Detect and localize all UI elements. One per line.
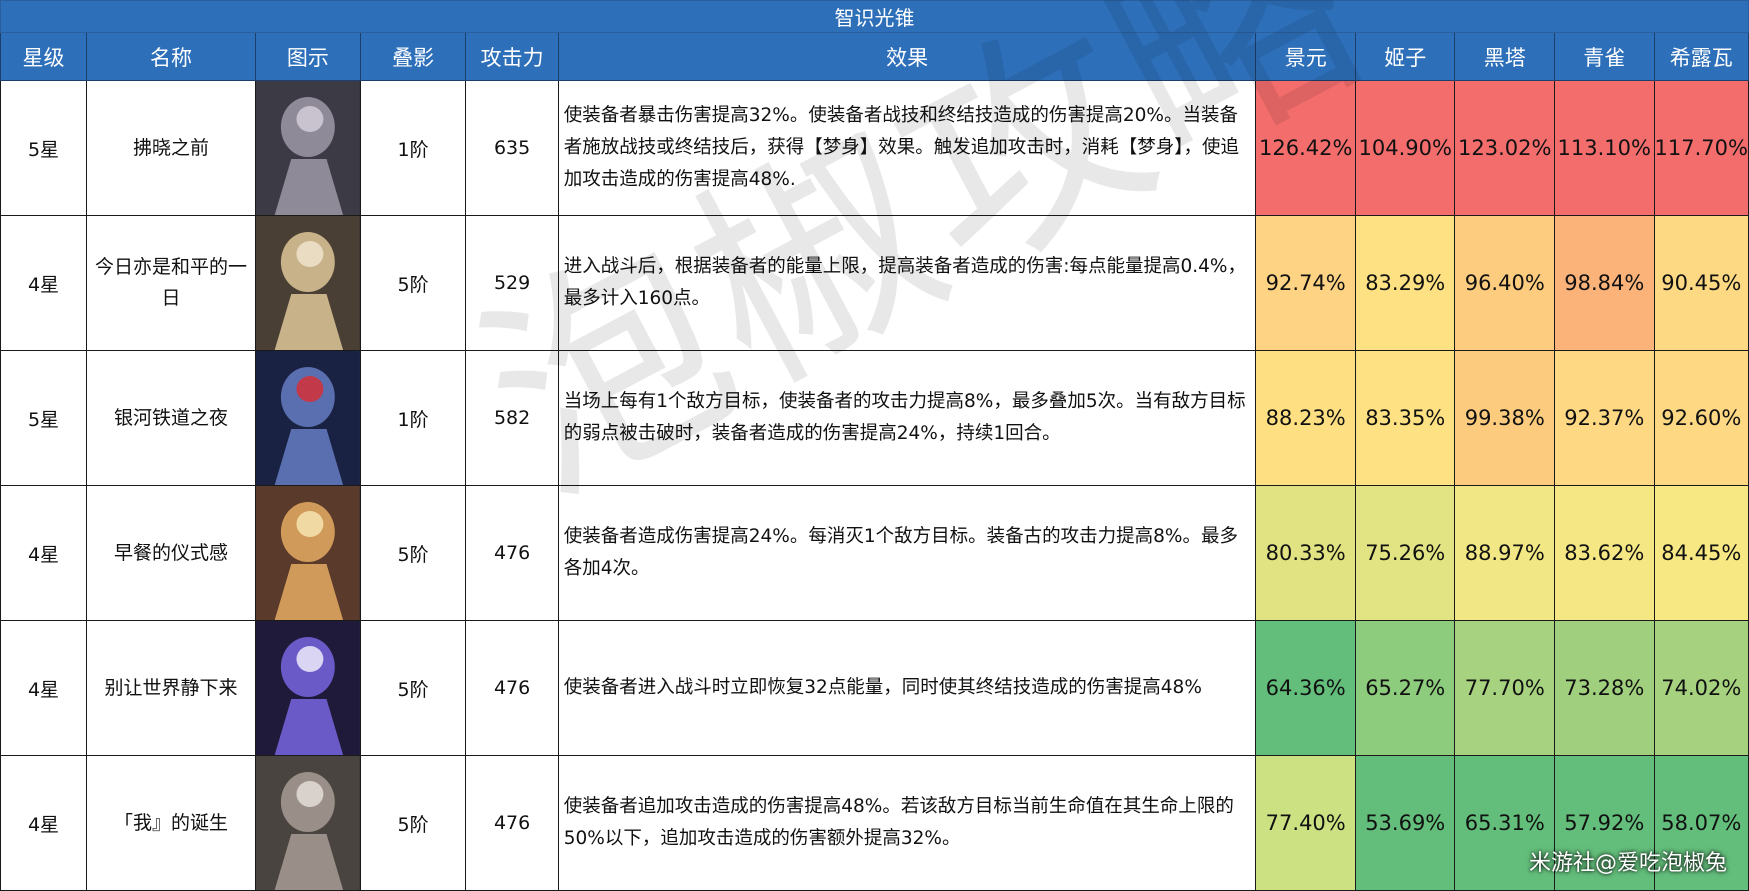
score-cell: 88.23% (1255, 350, 1356, 486)
score-cell: 80.33% (1255, 485, 1356, 621)
effect-cell: 进入战斗后，根据装备者的能量上限，提高装备者造成的伤害:每点能量提高0.4%，最… (557, 215, 1257, 351)
table-body: 5星 拂晓之前 1阶 635 使装备者暴击伤害提高32%。使装备者战技和终结技造成的伤害… (0, 80, 1749, 891)
score-cell: 75.26% (1354, 485, 1456, 621)
score-cell: 99.38% (1454, 350, 1555, 486)
score-cell: 74.02% (1653, 620, 1749, 756)
table-row: 4星 「我』的诞生 5阶 476 使装备者追加攻击造成的伤害提高48%。若该敌方目标当前… (0, 755, 1749, 891)
header-row: 星级 名称 图示 叠影 攻击力 效果 景元 姬子 黑塔 青雀 希露瓦 (0, 32, 1749, 81)
weapon-comparison-sheet: 智识光锥 星级 名称 图示 叠影 攻击力 效果 景元 姬子 黑塔 青雀 希露瓦 … (0, 0, 1749, 891)
atk-cell: 582 (465, 350, 559, 486)
score-cell: 57.92% (1554, 755, 1655, 891)
header-qingque: 青雀 (1554, 32, 1655, 81)
score-cell: 64.36% (1255, 620, 1356, 756)
score-cell: 73.28% (1554, 620, 1655, 756)
superimpose-cell: 5阶 (359, 755, 467, 891)
character-art-image (256, 351, 360, 485)
name-cell: 别让世界静下来 (86, 620, 257, 756)
character-art-image (256, 621, 360, 755)
name-cell: 早餐的仪式感 (86, 485, 257, 621)
header-superimpose: 叠影 (359, 32, 467, 81)
score-cell: 92.74% (1255, 215, 1356, 351)
character-art-image (256, 486, 360, 620)
name-cell: 拂晓之前 (86, 80, 257, 216)
superimpose-cell: 1阶 (359, 80, 467, 216)
score-cell: 83.29% (1354, 215, 1456, 351)
score-cell: 77.40% (1255, 755, 1356, 891)
score-cell: 83.62% (1554, 485, 1655, 621)
effect-cell: 使装备者进入战斗时立即恢复32点能量，同时使其终结技造成的伤害提高48% (557, 620, 1257, 756)
effect-cell: 使装备者暴击伤害提高32%。使装备者战技和终结技造成的伤害提高20%。当装备者施… (557, 80, 1257, 216)
score-cell: 123.02% (1454, 80, 1555, 216)
score-cell: 113.10% (1554, 80, 1655, 216)
atk-cell: 529 (465, 215, 559, 351)
title-row: 智识光锥 (0, 0, 1749, 33)
score-cell: 92.60% (1653, 350, 1749, 486)
score-cell: 58.07% (1653, 755, 1749, 891)
atk-cell: 476 (465, 620, 559, 756)
header-effect: 效果 (557, 32, 1257, 81)
table-row: 4星 早餐的仪式感 5阶 476 使装备者造成伤害提高24%。每消灭1个敌方目标。装备古… (0, 485, 1749, 621)
header-star: 星级 (0, 32, 88, 81)
table-row: 5星 银河铁道之夜 1阶 582 当场上每有1个敌方目标，使装备者的攻击力提高8%，最多… (0, 350, 1749, 486)
name-cell: 银河铁道之夜 (86, 350, 257, 486)
score-cell: 104.90% (1354, 80, 1456, 216)
effect-cell: 使装备者造成伤害提高24%。每消灭1个敌方目标。装备古的攻击力提高8%。最多各加… (557, 485, 1257, 621)
effect-cell: 使装备者追加攻击造成的伤害提高48%。若该敌方目标当前生命值在其生命上限的50%… (557, 755, 1257, 891)
score-cell: 65.31% (1454, 755, 1555, 891)
image-cell (255, 350, 361, 486)
score-cell: 126.42% (1255, 80, 1356, 216)
score-cell: 83.35% (1354, 350, 1456, 486)
score-cell: 92.37% (1554, 350, 1655, 486)
header-jingyuan: 景元 (1255, 32, 1356, 81)
name-cell: 「我』的诞生 (86, 755, 257, 891)
character-art-image (256, 216, 360, 350)
atk-cell: 476 (465, 485, 559, 621)
star-cell: 5星 (0, 80, 88, 216)
header-herta: 黑塔 (1454, 32, 1555, 81)
table-row: 4星 今日亦是和平的一日 5阶 529 进入战斗后，根据装备者的能量上限，提高装备者造成… (0, 215, 1749, 351)
score-cell: 53.69% (1354, 755, 1456, 891)
table-row: 4星 别让世界静下来 5阶 476 使装备者进入战斗时立即恢复32点能量，同时使其终结技… (0, 620, 1749, 756)
header-himeko: 姬子 (1354, 32, 1456, 81)
score-cell: 98.84% (1554, 215, 1655, 351)
header-name: 名称 (86, 32, 257, 81)
star-cell: 4星 (0, 620, 88, 756)
score-cell: 117.70% (1653, 80, 1749, 216)
score-cell: 77.70% (1454, 620, 1555, 756)
score-cell: 90.45% (1653, 215, 1749, 351)
atk-cell: 635 (465, 80, 559, 216)
atk-cell: 476 (465, 755, 559, 891)
superimpose-cell: 1阶 (359, 350, 467, 486)
score-cell: 65.27% (1354, 620, 1456, 756)
table-row: 5星 拂晓之前 1阶 635 使装备者暴击伤害提高32%。使装备者战技和终结技造成的伤害… (0, 80, 1749, 216)
image-cell (255, 80, 361, 216)
star-cell: 5星 (0, 350, 88, 486)
header-serval: 希露瓦 (1653, 32, 1749, 81)
score-cell: 84.45% (1653, 485, 1749, 621)
star-cell: 4星 (0, 215, 88, 351)
name-cell: 今日亦是和平的一日 (86, 215, 257, 351)
image-cell (255, 215, 361, 351)
image-cell (255, 620, 361, 756)
superimpose-cell: 5阶 (359, 620, 467, 756)
star-cell: 4星 (0, 485, 88, 621)
superimpose-cell: 5阶 (359, 485, 467, 621)
image-cell (255, 485, 361, 621)
character-art-image (256, 81, 360, 215)
effect-cell: 当场上每有1个敌方目标，使装备者的攻击力提高8%，最多叠加5次。当有敌方目标的弱… (557, 350, 1257, 486)
image-cell (255, 755, 361, 891)
header-atk: 攻击力 (465, 32, 559, 81)
header-image: 图示 (255, 32, 361, 81)
superimpose-cell: 5阶 (359, 215, 467, 351)
score-cell: 88.97% (1454, 485, 1555, 621)
lightcone-table: 智识光锥 星级 名称 图示 叠影 攻击力 效果 景元 姬子 黑塔 青雀 希露瓦 … (0, 0, 1749, 891)
character-art-image (256, 756, 360, 890)
score-cell: 96.40% (1454, 215, 1555, 351)
table-title: 智识光锥 (0, 0, 1749, 33)
star-cell: 4星 (0, 755, 88, 891)
